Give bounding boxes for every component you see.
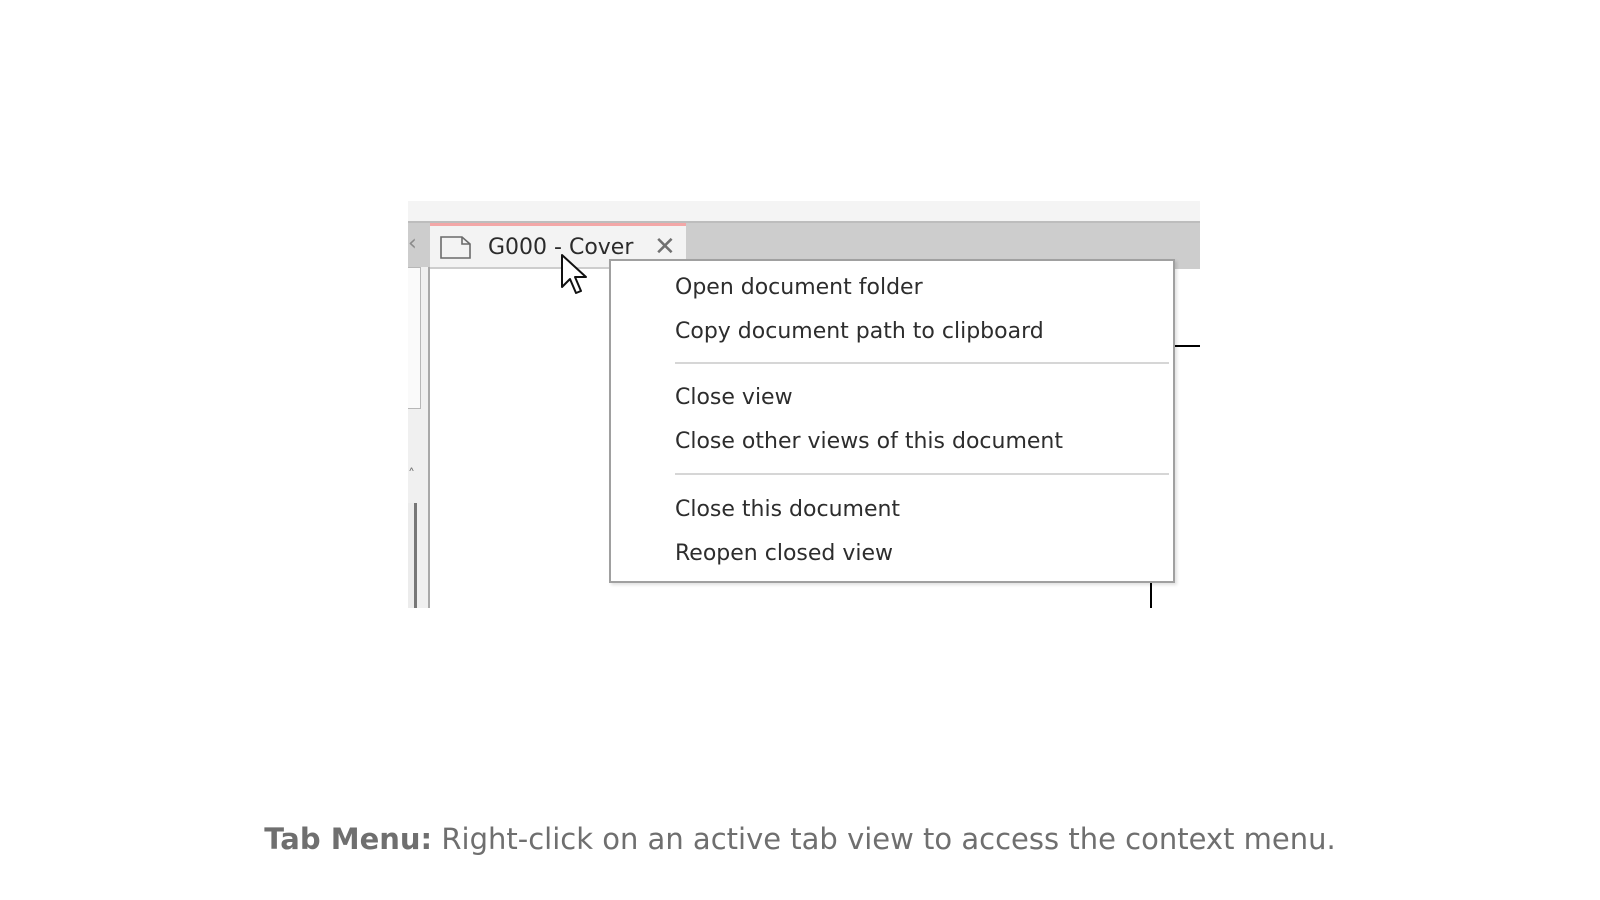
drawing-line [1150,581,1152,608]
chevron-up-icon[interactable]: ˄ [408,467,415,483]
drawing-line [1172,345,1200,347]
menu-item-close-other-views[interactable]: Close other views of this document [675,429,1063,454]
caption-lead: Tab Menu: [264,822,433,856]
caption-text: Right-click on an active tab view to acc… [432,822,1336,856]
menu-item-close-view[interactable]: Close view [675,385,793,410]
menu-item-open-document-folder[interactable]: Open document folder [675,275,923,300]
left-panel: ˄ [408,267,430,608]
figure-caption: Tab Menu: Right-click on an active tab v… [0,822,1600,856]
menu-item-reopen-closed-view[interactable]: Reopen closed view [675,541,893,566]
tab-context-menu: Open document folder Copy document path … [609,259,1175,583]
close-icon[interactable]: ✕ [654,232,676,262]
toolbar-strip [408,201,1200,221]
menu-item-close-this-document[interactable]: Close this document [675,497,900,522]
menu-item-copy-document-path[interactable]: Copy document path to clipboard [675,319,1044,344]
left-panel-section [408,267,421,409]
menu-separator [675,362,1169,364]
mouse-cursor-icon [561,254,587,294]
chevron-left-icon[interactable]: ‹ [408,231,417,256]
left-panel-scrollbar[interactable] [408,503,417,608]
document-icon [440,236,471,259]
menu-separator [675,473,1169,475]
